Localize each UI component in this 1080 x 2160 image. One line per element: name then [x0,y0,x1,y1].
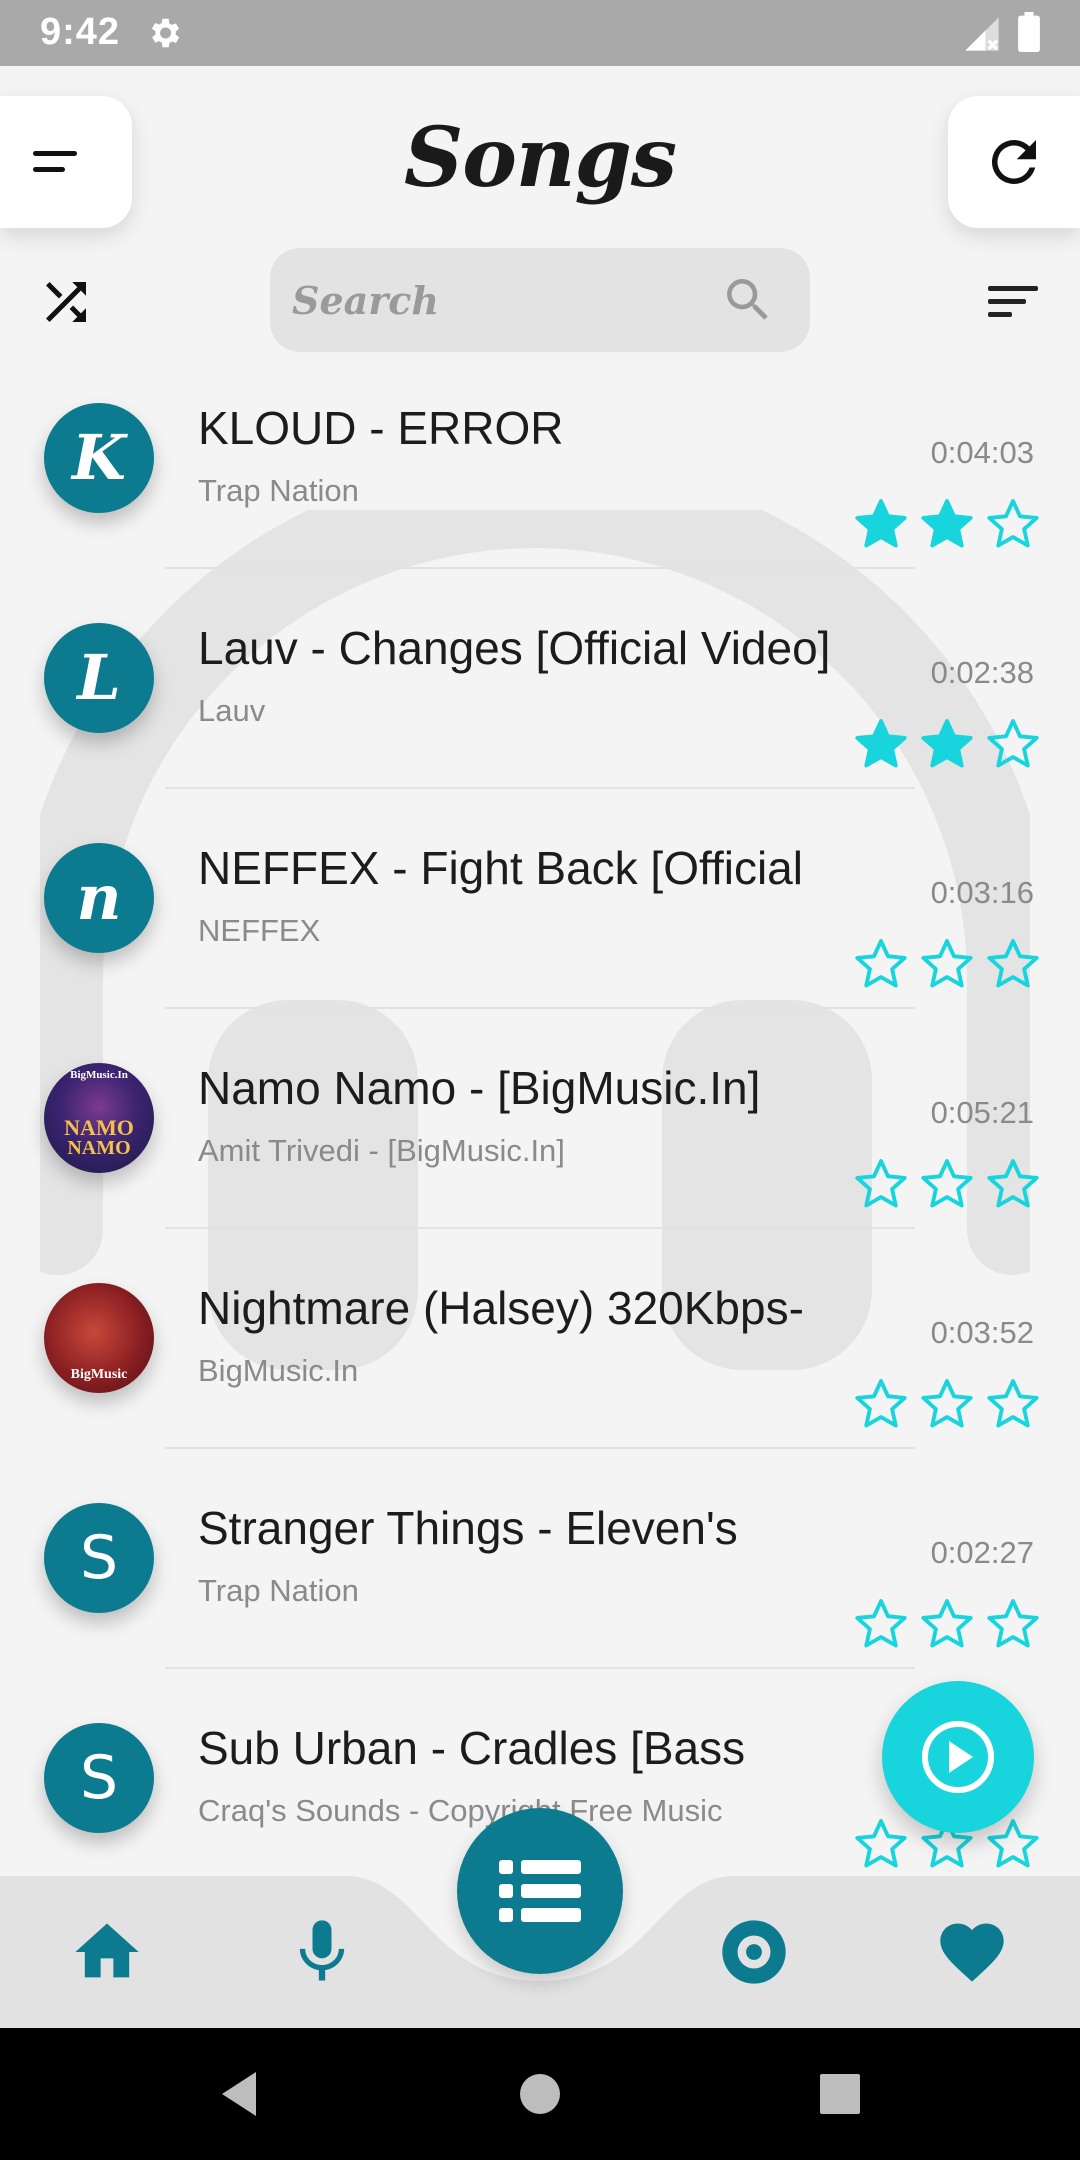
refresh-button[interactable] [948,96,1080,228]
song-duration: 0:02:38 [930,655,1034,690]
album-art: BigMusic [44,1283,154,1393]
search-input[interactable] [292,248,712,352]
song-title: Namo Namo - [BigMusic.In] [198,1062,761,1114]
star-outline-icon[interactable] [984,1595,1042,1653]
signal-icon [965,17,999,51]
songs-screen: 9:42 Songs Search K KLOUD - ERROR Trap N… [0,0,1080,2160]
star-filled-icon[interactable] [852,715,910,773]
song-row[interactable]: K KLOUD - ERROR Trap Nation 0:04:03 [0,375,1080,595]
album-art-text: BigMusic [70,1367,128,1382]
star-filled-icon[interactable] [852,495,910,553]
back-icon[interactable] [212,2066,268,2122]
song-avatar: S [44,1503,154,1613]
shuffle-icon[interactable] [36,272,96,332]
star-outline-icon[interactable] [984,935,1042,993]
song-row[interactable]: L Lauv - Changes [Official Video] Lauv 0… [0,595,1080,815]
battery-icon [1018,12,1040,52]
song-artist: Trap Nation [198,1573,359,1608]
star-outline-icon[interactable] [852,1155,910,1213]
song-title: NEFFEX - Fight Back [Official [198,842,803,894]
song-artist: BigMusic.In [198,1353,359,1388]
song-avatar: K [44,403,154,513]
status-time: 9:42 [40,11,121,53]
divider [165,1447,915,1449]
list-icon [499,1860,581,1922]
star-outline-icon[interactable] [852,1815,910,1873]
song-title: Lauv - Changes [Official Video] [198,622,831,674]
songs-list-button[interactable] [457,1808,623,1974]
divider [165,567,915,569]
star-outline-icon[interactable] [918,935,976,993]
star-outline-icon[interactable] [984,495,1042,553]
star-outline-icon[interactable] [984,1375,1042,1433]
album-icon[interactable] [716,1914,792,1990]
song-artist: NEFFEX [198,913,321,948]
song-title: KLOUD - ERROR [198,402,564,454]
divider [165,787,915,789]
star-outline-icon[interactable] [984,1155,1042,1213]
divider [165,1227,915,1229]
play-icon [922,1721,994,1793]
play-button[interactable] [882,1681,1034,1833]
search-box[interactable] [270,248,810,352]
recents-icon[interactable] [812,2066,868,2122]
song-artist: Trap Nation [198,473,359,508]
heart-icon[interactable] [934,1914,1010,1990]
album-art-text: NAMO [67,1137,131,1159]
microphone-icon[interactable] [284,1914,360,1990]
home-icon[interactable] [69,1914,145,1990]
rating-stars [852,715,1052,777]
star-outline-icon[interactable] [918,1375,976,1433]
refresh-icon [991,139,1036,184]
menu-icon [33,151,77,172]
page-title: Songs [403,110,677,206]
star-filled-icon[interactable] [918,715,976,773]
settings-gear-icon [151,18,180,48]
song-row[interactable]: n NEFFEX - Fight Back [Official NEFFEX 0… [0,815,1080,1035]
star-outline-icon[interactable] [918,1155,976,1213]
song-avatar: S [44,1723,154,1833]
song-duration: 0:03:52 [930,1315,1034,1350]
album-art: BigMusic.In NAMO NAMO [44,1063,154,1173]
divider [165,1007,915,1009]
song-avatar: L [44,623,154,733]
song-title: Sub Urban - Cradles [Bass [198,1722,746,1774]
home-circle-icon[interactable] [512,2066,568,2122]
bottom-nav [0,1808,1080,2028]
song-duration: 0:05:21 [930,1095,1034,1130]
song-row[interactable]: BigMusic Nightmare (Halsey) 320Kbps- Big… [0,1255,1080,1475]
song-title: Stranger Things - Eleven's [198,1502,738,1554]
star-outline-icon[interactable] [852,1595,910,1653]
rating-stars [852,935,1052,997]
song-list: K KLOUD - ERROR Trap Nation 0:04:03 L La… [0,375,1080,1915]
song-row[interactable]: S Stranger Things - Eleven's Trap Nation… [0,1475,1080,1695]
rating-stars [852,495,1052,557]
song-duration: 0:04:03 [930,435,1034,470]
song-row[interactable]: BigMusic.In NAMO NAMO Namo Namo - [BigMu… [0,1035,1080,1255]
menu-button[interactable] [0,96,132,228]
star-outline-icon[interactable] [984,715,1042,773]
status-bar: 9:42 [0,0,1080,66]
song-duration: 0:03:16 [930,875,1034,910]
star-outline-icon[interactable] [852,1375,910,1433]
song-artist: Lauv [198,693,266,728]
star-outline-icon[interactable] [918,1595,976,1653]
rating-stars [852,1155,1052,1217]
star-outline-icon[interactable] [852,935,910,993]
search-icon[interactable] [720,272,776,328]
song-avatar: n [44,843,154,953]
song-title: Nightmare (Halsey) 320Kbps- [198,1282,804,1334]
system-nav-bar [0,2028,1080,2160]
sort-icon[interactable] [982,272,1042,332]
rating-stars [852,1595,1052,1657]
star-filled-icon[interactable] [918,495,976,553]
rating-stars [852,1375,1052,1437]
song-duration: 0:02:27 [930,1535,1034,1570]
divider [165,1667,915,1669]
album-art-text: BigMusic.In [70,1069,128,1081]
song-artist: Amit Trivedi - [BigMusic.In] [198,1133,565,1168]
